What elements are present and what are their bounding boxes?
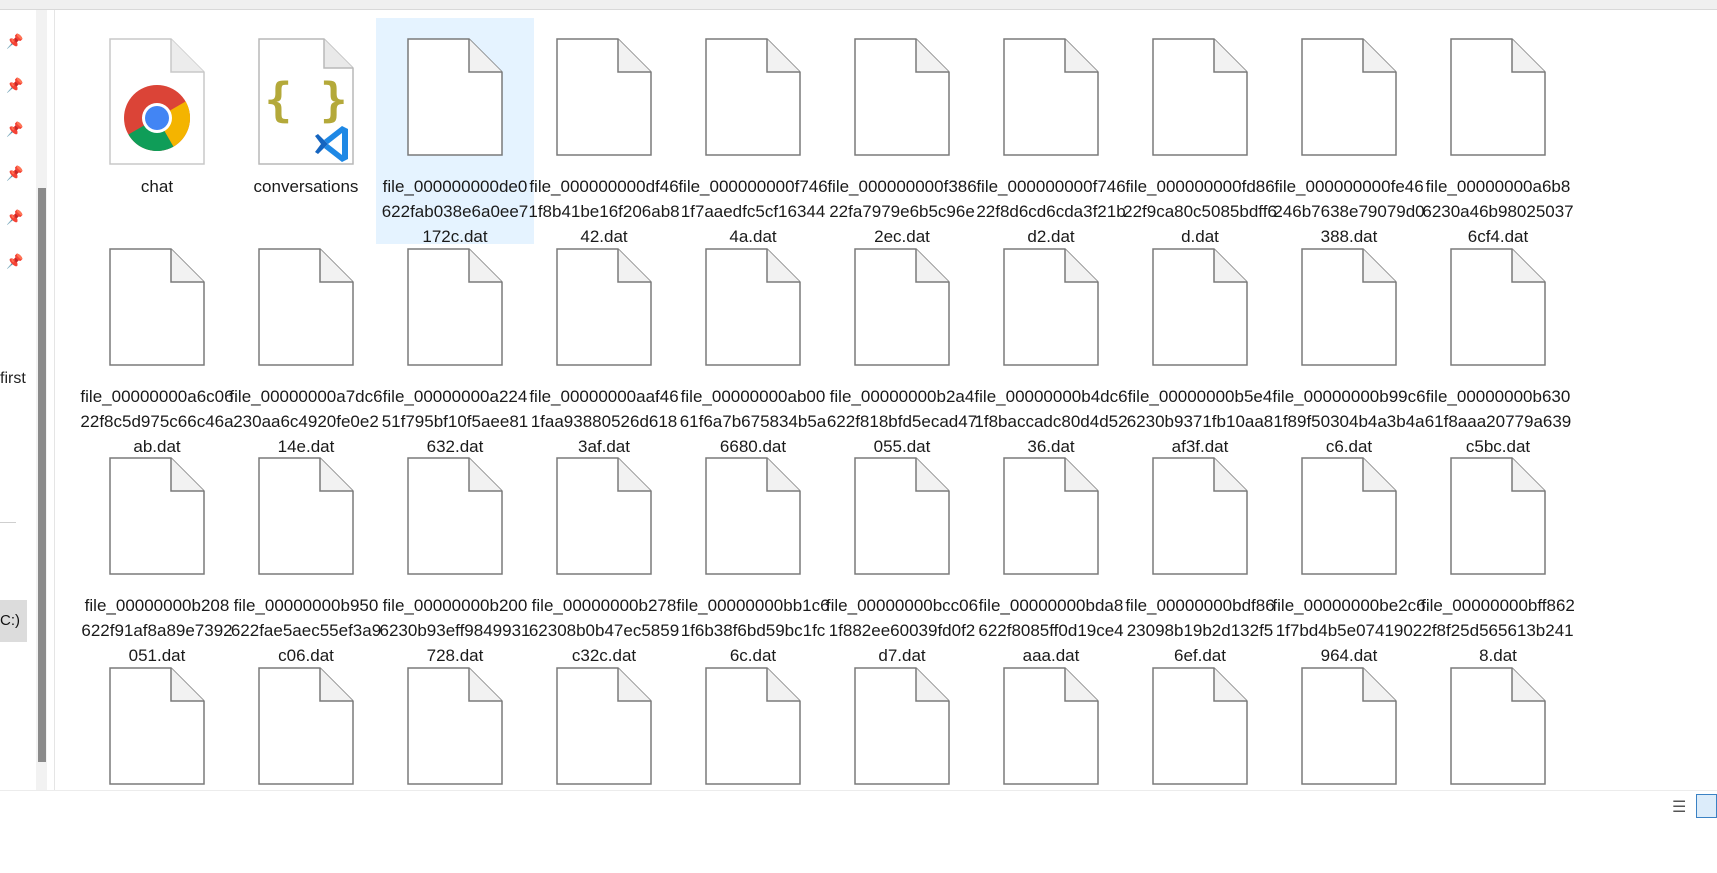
nav-item-label[interactable]: first [0, 370, 26, 388]
file-item[interactable]: file_00000000a6b86230a46b980250376cf4.da… [1419, 18, 1577, 246]
blank-file-icon [972, 18, 1130, 173]
file-item[interactable]: file_00000000bdf8623098b19b2d132f56ef.da… [1121, 437, 1279, 665]
pin-icon[interactable]: 📌 [6, 76, 24, 94]
blank-file-icon [227, 437, 385, 592]
file-item[interactable]: file_00000000b63061f8aaa20779a639c5bc.da… [1419, 228, 1577, 456]
pin-icon[interactable]: 📌 [6, 252, 24, 270]
file-item[interactable] [674, 647, 832, 873]
blank-file-icon [78, 228, 236, 383]
pin-icon[interactable]: 📌 [6, 120, 24, 138]
file-item[interactable]: file_00000000a7dc6230aa6c4920fe0e214e.da… [227, 228, 385, 456]
file-item[interactable]: file_00000000b5e46230b9371fb10aa8af3f.da… [1121, 228, 1279, 456]
svg-text:{ }: { } [264, 73, 347, 127]
file-item[interactable] [1419, 647, 1577, 873]
file-item[interactable]: file_00000000b4dc61f8baccadc80d4d5236.da… [972, 228, 1130, 456]
pin-icon[interactable]: 📌 [6, 164, 24, 182]
file-item[interactable] [227, 647, 385, 873]
blank-file-icon [525, 18, 683, 173]
blank-file-icon [1419, 437, 1577, 592]
file-item[interactable]: file_00000000b27862308b0b47ec5859c32c.da… [525, 437, 683, 665]
nav-scrollbar-thumb[interactable] [38, 188, 46, 762]
file-item[interactable] [1121, 647, 1279, 873]
file-item[interactable]: file_00000000bcc061f882ee60039fd0f2d7.da… [823, 437, 981, 665]
file-grid: chat { } conversations file_000000000de0622… [54, 10, 1717, 790]
file-name: conversations [253, 177, 359, 196]
blank-file-icon [376, 437, 534, 592]
blank-file-icon [674, 228, 832, 383]
blank-file-icon [1270, 18, 1428, 173]
file-name: chat [140, 177, 174, 196]
pin-icon[interactable]: 📌 [6, 208, 24, 226]
blank-file-icon [823, 18, 981, 173]
blank-file-icon [674, 437, 832, 592]
file-item[interactable]: file_000000000df461f8b41be16f206ab842.da… [525, 18, 683, 246]
blank-file-icon [525, 228, 683, 383]
details-view-icon[interactable]: ☰ [1672, 797, 1692, 816]
nav-separator [0, 522, 16, 523]
blank-file-icon [972, 647, 1130, 802]
blank-file-icon [1121, 228, 1279, 383]
file-item[interactable] [525, 647, 683, 873]
file-item[interactable]: file_000000000de0622fab038e6a0ee7172c.da… [376, 18, 534, 246]
pin-icon[interactable]: 📌 [6, 32, 24, 50]
blank-file-icon [1419, 647, 1577, 802]
navigation-pane[interactable]: 📌 📌 📌 📌 📌 📌 first C:) [0, 10, 55, 790]
file-item[interactable]: file_00000000bff8622f8f25d565613b2418.da… [1419, 437, 1577, 665]
blank-file-icon [823, 228, 981, 383]
file-item[interactable]: file_000000000fd8622f9ca80c5085bdff6d.da… [1121, 18, 1279, 246]
file-item[interactable] [972, 647, 1130, 873]
blank-file-icon [1419, 228, 1577, 383]
blank-file-icon [78, 647, 236, 802]
blank-file-icon [823, 647, 981, 802]
file-item[interactable]: file_000000000f7461f7aaedfc5cf163444a.da… [674, 18, 832, 246]
file-item[interactable]: file_00000000b208622f91af8a89e7392051.da… [78, 437, 236, 665]
blank-file-icon [525, 437, 683, 592]
json-vscode-icon: { } [227, 18, 385, 173]
blank-file-icon [1121, 437, 1279, 592]
blank-file-icon [227, 228, 385, 383]
blank-file-icon [674, 647, 832, 802]
blank-file-icon [1270, 437, 1428, 592]
file-item[interactable]: file_00000000b99c61f89f50304b4a3b4ac6.da… [1270, 228, 1428, 456]
file-item[interactable]: file_00000000b2a4622f818bfd5ecad47055.da… [823, 228, 981, 456]
file-item[interactable]: file_000000000f38622fa7979e6b5c96e2ec.da… [823, 18, 981, 246]
blank-file-icon [823, 437, 981, 592]
file-item[interactable]: file_00000000aaf461faa93880526d6183af.da… [525, 228, 683, 456]
file-item[interactable]: file_00000000b2006230b93eff9849931728.da… [376, 437, 534, 665]
blank-file-icon [376, 18, 534, 173]
blank-file-icon [227, 647, 385, 802]
window-top-edge [0, 0, 1717, 10]
blank-file-icon [1419, 18, 1577, 173]
file-item[interactable]: file_00000000b950622fae5aec55ef3a9c06.da… [227, 437, 385, 665]
file-item[interactable]: { } conversations [227, 18, 385, 244]
chrome-icon [78, 18, 236, 173]
blank-file-icon [376, 647, 534, 802]
file-item[interactable]: file_00000000ab0061f6a7b675834b5a6680.da… [674, 228, 832, 456]
blank-file-icon [972, 437, 1130, 592]
file-item[interactable]: file_00000000bda8622f8085ff0d19ce4aaa.da… [972, 437, 1130, 665]
file-item[interactable]: file_00000000a6c0622f8c5d975c66c46aab.da… [78, 228, 236, 456]
file-item[interactable]: file_000000000fe46246b7638e79079d0388.da… [1270, 18, 1428, 246]
blank-file-icon [376, 228, 534, 383]
blank-file-icon [1270, 647, 1428, 802]
file-item[interactable] [1270, 647, 1428, 873]
file-item[interactable] [823, 647, 981, 873]
blank-file-icon [1270, 228, 1428, 383]
blank-file-icon [1121, 647, 1279, 802]
file-item[interactable]: file_00000000be2c61f7bd4b5e0741902964.da… [1270, 437, 1428, 665]
blank-file-icon [1121, 18, 1279, 173]
file-item[interactable]: file_00000000a22451f795bf10f5aee81632.da… [376, 228, 534, 456]
file-item[interactable]: file_000000000f74622f8d6cd6cda3f21bd2.da… [972, 18, 1130, 246]
file-item[interactable]: file_00000000bb1c61f6b38f6bd59bc1fc6c.da… [674, 437, 832, 665]
blank-file-icon [972, 228, 1130, 383]
nav-item-drive[interactable]: C:) [0, 600, 27, 642]
file-item[interactable] [78, 647, 236, 873]
status-bar [0, 790, 1717, 822]
file-item[interactable] [376, 647, 534, 873]
large-icons-view-icon[interactable] [1696, 794, 1717, 818]
blank-file-icon [674, 18, 832, 173]
file-item[interactable]: chat [78, 18, 236, 244]
blank-file-icon [525, 647, 683, 802]
blank-file-icon [78, 437, 236, 592]
